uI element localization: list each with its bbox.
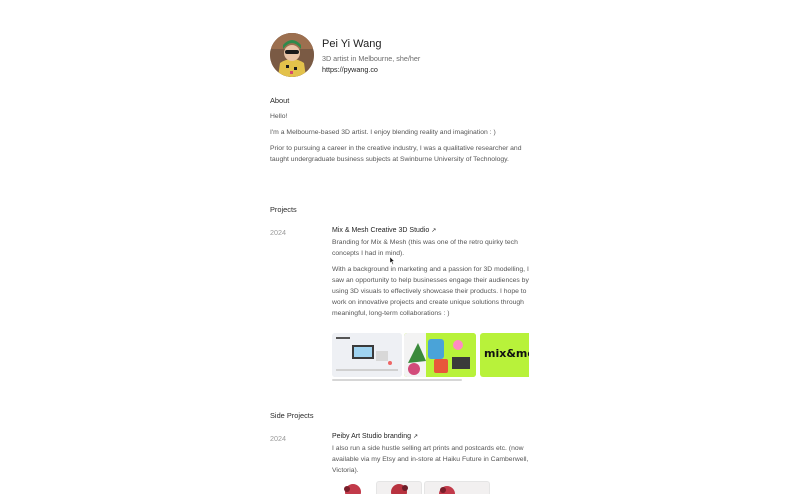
project-gallery[interactable]: mix&me <box>332 333 529 379</box>
side-project-year: 2024 <box>270 434 286 443</box>
project-year: 2024 <box>270 228 286 237</box>
project-link-mix-mesh[interactable]: Mix & Mesh Creative 3D Studio ↗ <box>332 227 436 234</box>
about-paragraph: Hello! <box>270 113 288 120</box>
about-paragraph: Prior to pursuing a career in the creati… <box>270 145 522 163</box>
website-link[interactable]: https://pywang.co <box>322 65 378 74</box>
side-project-gallery[interactable] <box>332 481 492 494</box>
profile-subtitle: 3D artist in Melbourne, she/her <box>322 54 421 63</box>
side-project-description: I also run a side hustle selling art pri… <box>332 445 529 474</box>
project-description: Branding for Mix & Mesh (this was one of… <box>332 239 518 257</box>
gallery-image-print-1[interactable] <box>332 481 374 494</box>
side-project-title: Peiby Art Studio branding <box>332 433 411 440</box>
side-project-link-peiby[interactable]: Peiby Art Studio branding ↗ <box>332 433 418 440</box>
external-link-arrow-icon: ↗ <box>413 434 419 440</box>
profile-name: Pei Yi Wang <box>322 38 382 50</box>
gallery-logo-text: mix&me <box>484 347 529 360</box>
side-projects-heading: Side Projects <box>270 411 314 420</box>
gallery-image-print-3[interactable] <box>424 481 490 494</box>
gallery-image-studio-mockup[interactable] <box>332 333 402 377</box>
about-paragraph: I'm a Melbourne-based 3D artist. I enjoy… <box>270 129 496 136</box>
project-title: Mix & Mesh Creative 3D Studio <box>332 227 430 234</box>
gallery-image-logo[interactable]: mix&me <box>480 333 529 377</box>
gallery-scrollbar[interactable] <box>332 379 462 381</box>
gallery-image-print-2[interactable] <box>376 481 422 494</box>
projects-heading: Projects <box>270 205 297 214</box>
project-description: With a background in marketing and a pas… <box>332 266 529 317</box>
about-heading: About <box>270 96 290 105</box>
gallery-image-characters[interactable] <box>404 333 476 377</box>
mouse-cursor-icon <box>389 257 395 265</box>
avatar <box>270 33 314 77</box>
external-link-arrow-icon: ↗ <box>431 228 437 234</box>
